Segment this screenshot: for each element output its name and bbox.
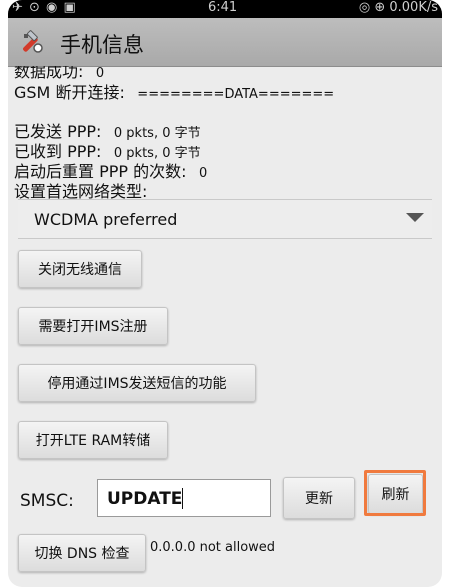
dns-status: 0.0.0.0 not allowed — [150, 540, 276, 555]
disable-sms-over-ims-button[interactable]: 停用通过IMS发送短信的功能 — [18, 364, 256, 402]
status-network-speed: ◎ ⊕ 0.00K/s — [358, 0, 438, 15]
dropdown-arrow-icon — [406, 213, 424, 222]
dns-check-button[interactable]: 切换 DNS 检查 — [18, 534, 146, 572]
network-type-selected: WCDMA preferred — [34, 210, 178, 229]
update-button[interactable]: 更新 — [283, 477, 355, 519]
smsc-input[interactable]: UPDATE — [97, 479, 271, 517]
status-icons-left: ✈ ⊙ ◉ ▣ — [12, 0, 77, 15]
ims-register-button[interactable]: 需要打开IMS注册 — [18, 307, 168, 345]
gsm-disconnect-label: GSM 断开连接: — [14, 83, 125, 102]
title-bar: 手机信息 — [8, 18, 442, 67]
smsc-label: SMSC: — [20, 491, 74, 511]
settings-content[interactable]: 数据成功: 0 GSM 断开连接: ========DATA======= 已发… — [8, 66, 442, 587]
text-cursor — [182, 488, 183, 509]
smsc-input-value: UPDATE — [107, 489, 183, 509]
refresh-highlight-box — [364, 470, 426, 516]
gsm-disconnect-value: ========DATA======= — [137, 87, 335, 102]
lte-ram-dump-button[interactable]: 打开LTE RAM转储 — [18, 421, 168, 459]
phone-screen: ✈ ⊙ ◉ ▣ 6:41 ◎ ⊕ 0.00K/s 手机信息 数据成功: 0 GS… — [8, 0, 442, 587]
status-time: 6:41 — [208, 0, 238, 15]
tools-icon — [23, 30, 43, 53]
network-type-spinner[interactable]: WCDMA preferred — [18, 199, 432, 239]
radio-off-button[interactable]: 关闭无线通信 — [18, 250, 142, 288]
gsm-disconnect-row: GSM 断开连接: ========DATA======= — [14, 79, 334, 103]
status-bar: ✈ ⊙ ◉ ▣ 6:41 ◎ ⊕ 0.00K/s — [8, 0, 442, 18]
ppp-reset-value: 0 — [198, 166, 208, 181]
page-title: 手机信息 — [60, 33, 144, 57]
